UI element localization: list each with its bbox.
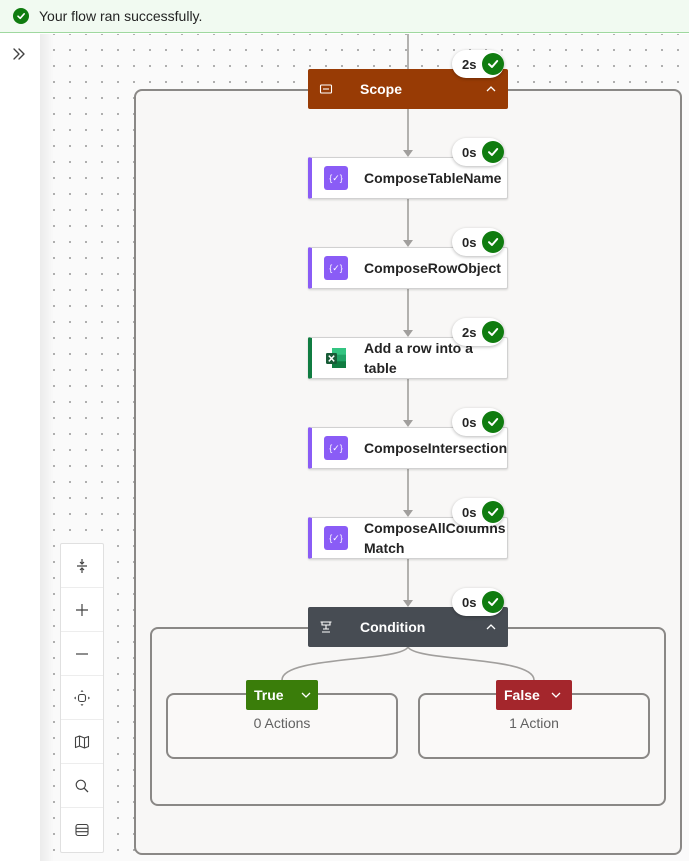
scope-icon bbox=[319, 84, 333, 94]
success-check-icon bbox=[482, 53, 504, 75]
chevron-down-icon bbox=[301, 692, 311, 698]
fit-view-icon bbox=[74, 689, 90, 706]
search-button[interactable] bbox=[61, 764, 103, 808]
success-check-icon bbox=[482, 501, 504, 523]
fit-height-button[interactable] bbox=[61, 544, 103, 588]
action-duration: 0s bbox=[462, 414, 477, 430]
collapse-condition-icon[interactable] bbox=[484, 620, 498, 634]
zoom-out-button[interactable] bbox=[61, 632, 103, 676]
success-check-icon bbox=[482, 591, 504, 613]
minimap-button[interactable] bbox=[61, 720, 103, 764]
action-duration: 0s bbox=[462, 144, 477, 160]
action-run-badge: 2s bbox=[452, 318, 504, 346]
condition-icon bbox=[320, 621, 332, 633]
condition-run-badge: 0s bbox=[452, 588, 504, 616]
success-check-icon bbox=[482, 231, 504, 253]
collapse-all-button[interactable] bbox=[61, 808, 103, 852]
scope-duration: 2s bbox=[462, 56, 477, 72]
excel-icon bbox=[324, 346, 348, 370]
zoom-out-icon bbox=[76, 652, 88, 655]
collapse-scope-icon[interactable] bbox=[484, 82, 498, 96]
compose-icon: {✓} bbox=[324, 256, 348, 280]
condition-title: Condition bbox=[360, 619, 426, 635]
action-title: ComposeRowObject bbox=[364, 260, 501, 276]
scope-title: Scope bbox=[360, 81, 403, 97]
zoom-in-button[interactable] bbox=[61, 588, 103, 632]
minimap-icon bbox=[74, 734, 90, 749]
action-run-badge: 0s bbox=[452, 408, 504, 436]
action-run-badge: 0s bbox=[452, 228, 504, 256]
true-branch-label: True bbox=[254, 687, 284, 703]
success-check-icon bbox=[482, 321, 504, 343]
fit-height-icon bbox=[77, 558, 87, 573]
true-branch-button[interactable]: True bbox=[246, 680, 318, 710]
action-duration: 0s bbox=[462, 504, 477, 520]
compose-icon: {✓} bbox=[324, 436, 348, 460]
action-run-badge: 0s bbox=[452, 138, 504, 166]
compose-icon: {✓} bbox=[324, 526, 348, 550]
false-branch-button[interactable]: False bbox=[496, 680, 572, 710]
search-icon bbox=[75, 779, 89, 792]
zoom-in-icon bbox=[76, 603, 88, 616]
action-duration: 0s bbox=[462, 234, 477, 250]
scope-run-badge: 2s bbox=[452, 50, 504, 78]
compose-icon: {✓} bbox=[324, 166, 348, 190]
action-duration: 2s bbox=[462, 324, 477, 340]
action-run-badge: 0s bbox=[452, 498, 504, 526]
success-check-icon bbox=[482, 411, 504, 433]
false-branch-label: False bbox=[504, 687, 540, 703]
condition-duration: 0s bbox=[462, 594, 477, 610]
collapse-all-icon bbox=[75, 823, 89, 837]
chevron-down-icon bbox=[551, 692, 561, 698]
action-title: ComposeTableName bbox=[364, 170, 502, 186]
canvas-toolbar bbox=[60, 543, 104, 853]
fit-view-button[interactable] bbox=[61, 676, 103, 720]
action-title: ComposeIntersection bbox=[364, 440, 508, 456]
success-check-icon bbox=[482, 141, 504, 163]
